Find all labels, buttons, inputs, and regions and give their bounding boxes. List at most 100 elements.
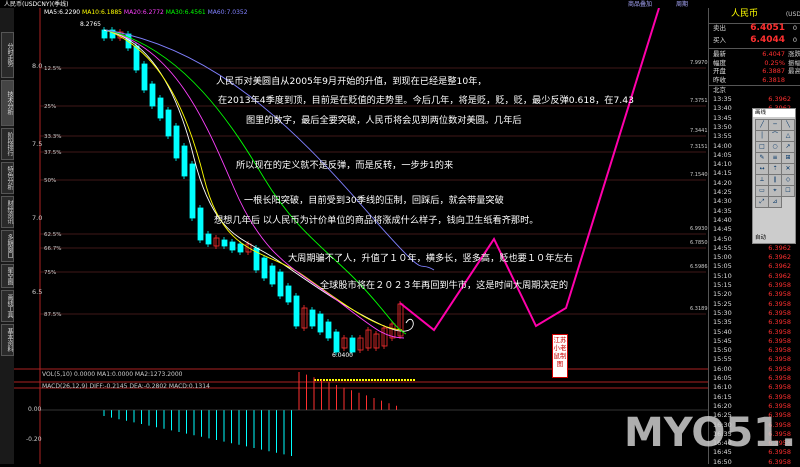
sell-label: 卖出: [713, 24, 726, 32]
tab-starmap[interactable]: 星空图: [1, 264, 14, 288]
volume-bar: [404, 379, 406, 381]
volume-bar: [344, 379, 346, 381]
drawing-tool-button[interactable]: ☐: [781, 185, 795, 197]
tick-time: 14:25: [713, 188, 732, 196]
price-tick-7-5: 7.5: [32, 140, 43, 148]
candle-body: [285, 285, 292, 303]
tick-row: 15:20 6.3958: [709, 290, 800, 299]
tick-time: 13:50: [713, 122, 732, 131]
tab-technical[interactable]: 技术分析: [1, 80, 14, 126]
candle-body: [141, 63, 148, 91]
tick-time: 13:40: [713, 104, 732, 113]
left-tab-strip: 分时走势 技术分析 阶段排行 特色分析 财经资讯 多期窗口 星空图 画线工具 基…: [0, 8, 15, 464]
chart-title: 人民币(USDCNY)(季线): [4, 1, 69, 8]
fib-label-right: 7.3751: [690, 98, 708, 104]
volume-bar: [335, 379, 337, 381]
volume-bar: [398, 379, 400, 381]
tick-time: 15:30: [713, 308, 732, 317]
drawing-tool-button[interactable]: ⊿: [768, 196, 782, 208]
volume-bar: [371, 379, 373, 381]
candle-body: [373, 333, 380, 349]
volume-bar: [389, 379, 391, 381]
fib-label-left: 62.5%: [44, 232, 62, 238]
annotation-3: 图里的数字，最后全要突破，人民币将会见到两位数对美圆。几年后: [246, 115, 522, 126]
fib-label-left: 25%: [44, 104, 57, 110]
tab-intraday[interactable]: 分时走势: [1, 32, 14, 78]
auto-save-label[interactable]: 自动: [755, 233, 766, 241]
tick-row: 15:05 6.3962: [709, 262, 800, 271]
tick-price: 6.3958: [768, 299, 791, 308]
fib-label-right: 7.3151: [690, 144, 708, 150]
tick-row: 15:50 6.3958: [709, 346, 800, 355]
fib-label-left: 50%: [44, 178, 57, 184]
annotation-6: 想想几年后 以人民币为计价单位的商品将涨成什么样子，钱向卫生纸看齐那时。: [214, 215, 539, 226]
candle-body: [325, 321, 332, 339]
tick-price: 6.3958: [768, 318, 791, 327]
tick-price: 6.3958: [768, 336, 791, 345]
tick-time: 15:25: [713, 299, 732, 308]
legend-ma60: MA60:7.0352: [207, 9, 248, 16]
stat-label: 昨收: [713, 75, 726, 84]
tab-news[interactable]: 财经资讯: [1, 196, 14, 228]
tick-price: 6.3958: [768, 383, 791, 392]
volume-bar: [380, 379, 382, 381]
tick-time: 15:50: [713, 346, 732, 355]
tab-ranking[interactable]: 阶段排行: [1, 128, 14, 160]
tab-drawing[interactable]: 画线工具: [1, 290, 14, 322]
low-label: 6.0400: [332, 352, 353, 359]
fib-label-left: 75%: [44, 270, 57, 276]
candle-body: [101, 29, 108, 39]
tab-multiwin[interactable]: 多期窗口: [1, 230, 14, 262]
tick-price: 6.3958: [768, 374, 791, 382]
volume-bar: [353, 379, 355, 381]
volume-bar: [317, 379, 319, 381]
fib-label-left: 37.5%: [44, 150, 62, 156]
volume-bar: [365, 379, 367, 381]
fib-label-left: 33.3%: [44, 134, 62, 140]
candle-body: [317, 313, 324, 333]
tick-price: 6.3962: [768, 271, 791, 280]
candle-body: [341, 337, 348, 349]
candle-body: [149, 83, 156, 107]
cycle-link[interactable]: 周期: [676, 0, 688, 8]
annotation-7: 大周期骗不了人，升值了１０年，横多长，竖多高，贬也要１０年左右: [288, 253, 573, 264]
legend-ma30: MA30:6.4561: [165, 9, 206, 16]
watermark-logo: MYO51.com: [620, 402, 800, 458]
candle-body: [221, 239, 228, 247]
annotation-5: 一根长阳突破，目前受到30季线的压制，回踩后，就会带量突破: [244, 195, 504, 206]
watermark-text: MYO51.com: [624, 410, 796, 456]
tab-profile[interactable]: 基本资料: [1, 324, 14, 356]
candle-body: [261, 257, 268, 279]
price-tick-7: 7.0: [32, 214, 43, 222]
candle-body: [213, 237, 220, 247]
tab-special[interactable]: 特色分析: [1, 162, 14, 194]
price-tick-8: 8.0: [32, 62, 43, 70]
tick-time: 15:05: [713, 262, 732, 271]
tick-time: 14:50: [713, 234, 732, 243]
tick-price: 6.3962: [768, 95, 791, 103]
author-stamp: 江苏小老鼠制图: [552, 334, 568, 378]
overlay-link[interactable]: 商品叠加: [628, 0, 652, 8]
kline-chart[interactable]: MA5:6.2290 MA10:6.1885 MA20:6.2772 MA30:…: [14, 8, 714, 464]
tick-time: 14:30: [713, 197, 732, 206]
volume-bars: [314, 379, 415, 381]
annotation-4: 所以现在的定义就不是反弹，而是反转，一步步1的来: [236, 160, 454, 171]
volume-bar: [377, 379, 379, 381]
tick-time: 15:00: [713, 253, 732, 262]
volume-bar: [410, 379, 412, 381]
tick-time: 15:40: [713, 327, 732, 336]
drawing-toolbox[interactable]: 画线 ╱ ─ ╲ │ ⌒ △ □ ○ ↗ ✎ ≡ ⊞ ↔ ⇡ ✕ ⟂ ∥ ◇ ▭ ⌖ ☐ ⤢ ⊿ 自动: [752, 108, 796, 244]
tick-price: 6.3962: [768, 262, 791, 271]
tick-price: 6.3958: [768, 364, 791, 373]
tick-row: 13:35 6.3962: [709, 95, 800, 104]
tick-price: 6.3962: [768, 253, 791, 262]
drawing-tool-button[interactable]: ⤢: [755, 196, 769, 208]
candle-body: [349, 337, 356, 353]
legend-ma20: MA20:6.2772: [123, 9, 164, 16]
fib-label-right: 6.3189: [690, 306, 708, 312]
candle-body: [229, 241, 236, 251]
fib-label-right: 6.5986: [690, 264, 708, 270]
tick-time: 14:35: [713, 206, 732, 215]
candle-body: [381, 327, 388, 347]
legend-ma10: MA10:6.1885: [82, 9, 122, 16]
